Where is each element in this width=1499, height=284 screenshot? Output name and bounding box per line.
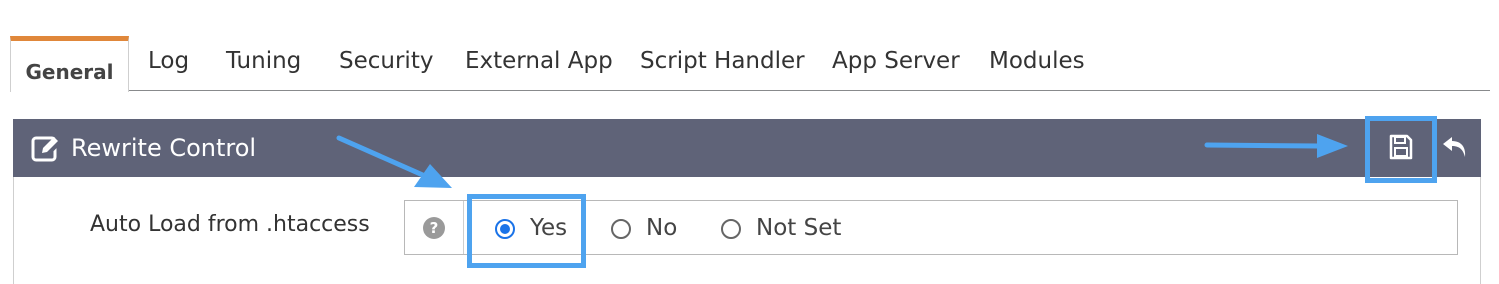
- tab-security[interactable]: Security: [339, 36, 433, 90]
- field-label: Auto Load from .htaccess: [90, 212, 370, 237]
- radio-not-set-circle[interactable]: [721, 219, 741, 239]
- tab-app-server[interactable]: App Server: [832, 36, 960, 90]
- edit-icon: [31, 134, 64, 166]
- undo-icon: [1443, 137, 1466, 157]
- panel-header: Rewrite Control: [13, 119, 1481, 177]
- svg-text:?: ?: [430, 219, 439, 237]
- tab-modules[interactable]: Modules: [989, 36, 1085, 90]
- save-icon: [1389, 134, 1413, 160]
- tab-bar: General Log Tuning Security External App…: [10, 36, 1490, 92]
- radio-not-set-label: Not Set: [756, 215, 842, 241]
- save-button[interactable]: [1369, 119, 1433, 177]
- tab-external-app[interactable]: External App: [465, 36, 613, 90]
- radio-yes-label: Yes: [530, 215, 568, 241]
- tab-tuning[interactable]: Tuning: [226, 36, 301, 90]
- tab-log[interactable]: Log: [148, 36, 189, 90]
- radio-yes-circle[interactable]: [495, 219, 515, 239]
- radio-no-circle[interactable]: [611, 219, 631, 239]
- undo-button[interactable]: [1441, 134, 1469, 164]
- page: General Log Tuning Security External App…: [0, 0, 1499, 284]
- tab-general[interactable]: General: [10, 36, 129, 92]
- question-circle-icon[interactable]: ?: [422, 216, 446, 244]
- panel-title: Rewrite Control: [71, 134, 257, 162]
- tab-script-handler[interactable]: Script Handler: [640, 36, 805, 90]
- divider: [463, 201, 464, 254]
- auto-load-field: ? Yes No Not Set: [404, 200, 1458, 255]
- radio-no-label: No: [646, 215, 678, 241]
